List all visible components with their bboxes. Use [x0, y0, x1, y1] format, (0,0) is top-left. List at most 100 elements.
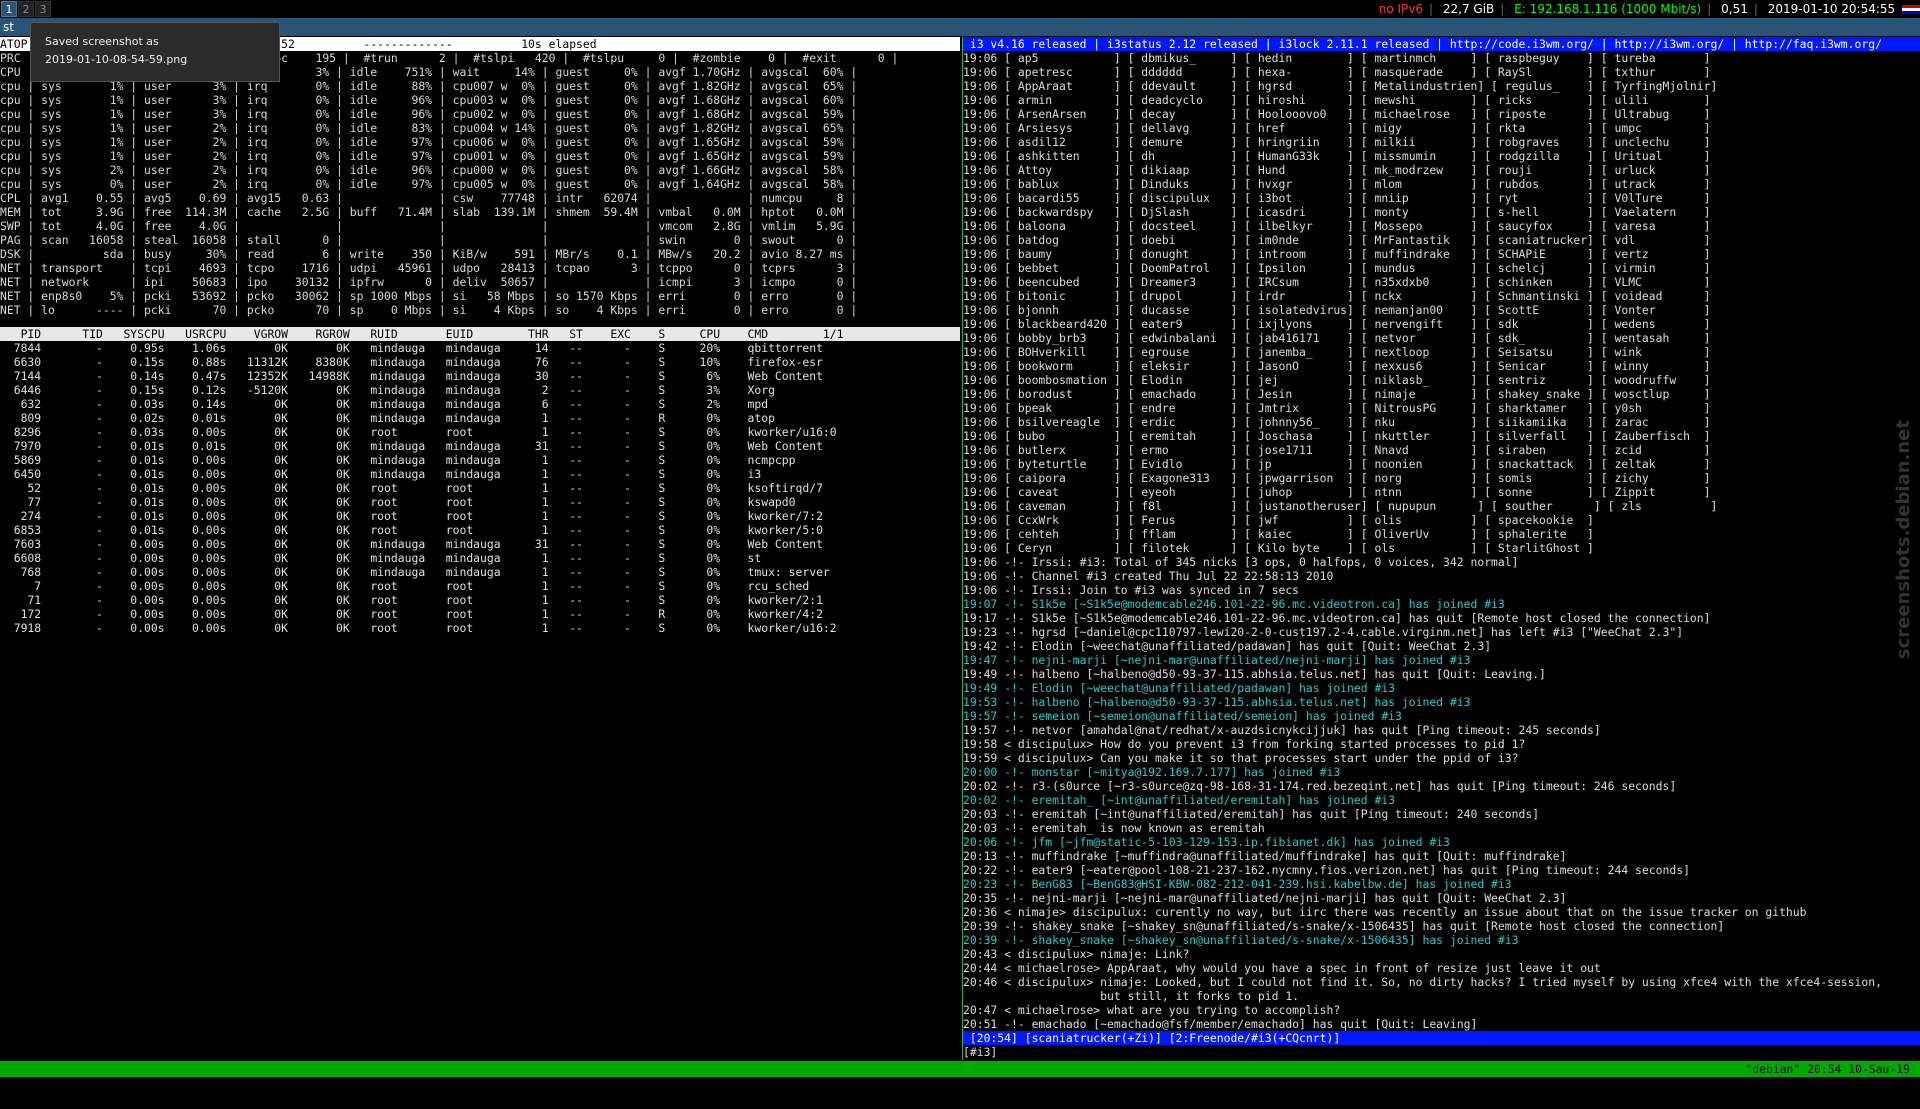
process-row: 768 - 0.00s 0.00s 0K 0K mindauga mindaug…: [0, 565, 830, 579]
watermark: screenshots.debian.net: [1893, 420, 1914, 660]
ipv6-status: no IPv6: [1378, 2, 1424, 16]
disk-status: 22,7 GiB: [1442, 2, 1495, 16]
nick-row: 19:06 [ backwardspy ] [ DjSlash ] [ icas…: [963, 205, 1711, 219]
atop-stat-line: NET | enp8s0 5% | pcki 53692 | pcko 3006…: [0, 289, 858, 303]
atop-stat-line: cpu | sys 1% | user 2% | irq 0% | idle 9…: [0, 149, 858, 163]
chat-message: 19:47 -!- nejni-marji [~nejni-mar@unaffi…: [963, 653, 1471, 667]
process-row: 71 - 0.00s 0.00s 0K 0K root root 1 -- - …: [0, 593, 823, 607]
irssi-statusbar: [20:54] [scaniatrucker(+Zi)] [2:Freenode…: [963, 1031, 1920, 1045]
i3status-bar: no IPv6 | 22,7 GiB | E: 192.168.1.116 (100…: [1376, 0, 1920, 18]
nick-row: 19:06 [ caipora ] [ Exagone313 ] [ jpwga…: [963, 471, 1711, 485]
workspace-1-button[interactable]: 1: [1, 1, 17, 17]
nick-row: 19:06 [ BOHverkill ] [ egrouse ] [ janem…: [963, 345, 1711, 359]
chat-message: 20:03 -!- eremitah_ is now known as erem…: [963, 821, 1265, 835]
process-row: 6630 - 0.15s 0.88s 11312K 8380K mindauga…: [0, 355, 823, 369]
process-row: 77 - 0.01s 0.00s 0K 0K root root 1 -- - …: [0, 495, 796, 509]
nick-row: 19:06 [ cehteh ] [ fflam ] [ kaiec ] [ O…: [963, 527, 1594, 541]
chat-message: 19:53 -!- halbeno [~halbeno@d50-93-37-11…: [963, 695, 1471, 709]
atop-pane[interactable]: ATOP - debian 2019/01/10 20:54:52 ------…: [0, 37, 960, 1060]
chat-message: 20:02 -!- r3-(s0urce [~r3-s0urce@zq-98-1…: [963, 779, 1677, 793]
nick-row: 19:06 [ bitonic ] [ drupol ] [ irdr ] [ …: [963, 289, 1711, 303]
window-title: st: [3, 20, 14, 34]
chat-message: 19:49 -!- Elodin [~weechat@unaffiliated/…: [963, 681, 1396, 695]
chat-message: 20:02 -!- eremitah_ [~int@unaffiliated/e…: [963, 793, 1396, 807]
irssi-input[interactable]: [#i3]: [963, 1045, 1920, 1059]
atop-stat-line: cpu | sys 1% | user 3% | irq 0% | idle 9…: [0, 93, 858, 107]
nick-row: 19:06 [ Attoy ] [ dikiaap ] [ Hund ] [ m…: [963, 163, 1711, 177]
channel-topic: i3 v4.16 released | i3status 2.12 releas…: [963, 37, 1920, 51]
chat-message: 20:22 -!- eater9 [~eater@pool-108-21-237…: [963, 863, 1690, 877]
chat-message: 20:35 -!- nejni-marji [~nejni-mar@unaffi…: [963, 891, 1567, 905]
chat-message: 20:13 -!- muffindrake [~muffindra@unaffi…: [963, 849, 1567, 863]
chat-message: 20:39 -!- shakey_snake [~shakey_sn@unaff…: [963, 933, 1519, 947]
chat-message: 19:07 -!- S1k5e [~S1k5e@modemcable246.10…: [963, 597, 1505, 611]
nick-row: 19:06 [ ArsenArsen ] [ decay ] [ Hoolooo…: [963, 107, 1711, 121]
chat-message: but still, it forks to pid 1.: [963, 989, 1300, 1003]
chat-message: 20:23 -!- BenG83 [~BenG83@HSI-KBW-082-21…: [963, 877, 1512, 891]
nick-row: 19:06 [ CcxWrk ] [ Ferus ] [ jwf ] [ oli…: [963, 513, 1594, 527]
chat-message: 20:36 < nimaje> discipulux: curently no …: [963, 905, 1807, 919]
nick-row: 19:06 [ ap5 ] [ dbmikus_ ] [ hedin ] [ m…: [963, 51, 1711, 65]
process-row: 7970 - 0.01s 0.01s 0K 0K mindauga mindau…: [0, 439, 823, 453]
notification-line-1: Saved screenshot as: [45, 35, 159, 48]
atop-stat-line: NET | transport | tcpi 4693 | tcpo 1716 …: [0, 261, 858, 275]
chat-message: 19:06 -!- Irssi: #i3: Total of 345 nicks…: [963, 555, 1519, 569]
nick-row: 19:06 [ beencubed ] [ Dreamer3 ] [ IRCsu…: [963, 275, 1711, 289]
chat-message: 20:03 -!- eremitah [~int@unaffiliated/er…: [963, 807, 1540, 821]
nick-row: 19:06 [ caveat ] [ eyeoh ] [ juhop ] [ n…: [963, 485, 1711, 499]
nick-row: 19:06 [ borodust ] [ emachado ] [ Jesin …: [963, 387, 1711, 401]
process-row: 7 - 0.00s 0.00s 0K 0K root root 1 -- - S…: [0, 579, 810, 593]
chat-message: 19:57 -!- netvor [amahdal@nat/redhat/x-a…: [963, 723, 1601, 737]
chat-message: 20:39 -!- shakey_snake [~shakey_sn@unaff…: [963, 919, 1725, 933]
atop-system-stats: PRC | sys 1.26s | user 3.67s | #proc 195…: [0, 51, 960, 317]
nick-row: 19:06 [ caveman ] [ f8l ] [ justanotheru…: [963, 499, 1718, 513]
datetime-status: 2019-01-10 20:54:55: [1767, 2, 1896, 16]
tmux-host-time: "debian" 20:54 10-Sau-19: [1745, 1062, 1910, 1076]
atop-stat-line: cpu | sys 0% | user 2% | irq 0% | idle 9…: [0, 177, 858, 191]
ethernet-status: E: 192.168.1.116 (1000 Mbit/s): [1514, 2, 1702, 16]
process-table: 7844 - 0.95s 1.06s 0K 0K mindauga mindau…: [0, 341, 960, 635]
process-row: 172 - 0.00s 0.00s 0K 0K root root 1 -- -…: [0, 607, 823, 621]
nick-row: 19:06 [ bsilvereagle ] [ erdic ] [ johnn…: [963, 415, 1711, 429]
irssi-pane[interactable]: i3 v4.16 released | i3status 2.12 releas…: [962, 37, 1920, 1060]
process-row: 8296 - 0.03s 0.00s 0K 0K root root 1 -- …: [0, 425, 837, 439]
process-row: 52 - 0.01s 0.00s 0K 0K root root 1 -- - …: [0, 481, 823, 495]
atop-stat-line: NET | network | ipi 50683 | ipo 30132 | …: [0, 275, 858, 289]
screenshot-notification[interactable]: Saved screenshot as 2019-01-10-08-54-59.…: [30, 22, 280, 82]
i3-top-bar: 1 2 3 no IPv6 | 22,7 GiB | E: 192.168.1.11…: [0, 0, 1920, 18]
process-row: 632 - 0.03s 0.14s 0K 0K mindauga mindaug…: [0, 397, 769, 411]
atop-stat-line: MEM | tot 3.9G | free 114.3M | cache 2.5…: [0, 205, 858, 219]
workspace-3-button[interactable]: 3: [35, 1, 51, 17]
chat-message: 19:06 -!- Irssi: Join to #i3 was synced …: [963, 583, 1300, 597]
nick-row: 19:06 [ bubo ] [ eremitah ] [ Joschasa ]…: [963, 429, 1711, 443]
nick-row: 19:06 [ bookworm ] [ eleksir ] [ JasonO …: [963, 359, 1711, 373]
nick-row: 19:06 [ ashkitten ] [ dh ] [ HumanG33k ]…: [963, 149, 1711, 163]
nick-row: 19:06 [ apetresc ] [ dddddd ] [ hexa- ] …: [963, 65, 1711, 79]
workspace-2-button[interactable]: 2: [18, 1, 34, 17]
chat-message: 20:06 -!- jfm [~jfm@static-5-103-129-153…: [963, 835, 1450, 849]
tmux-windows[interactable]: [0] 0:atop* 1:ncmpcpp-: [14, 1078, 165, 1092]
process-row: 7918 - 0.00s 0.00s 0K 0K root root 1 -- …: [0, 621, 837, 635]
atop-stat-line: SWP | tot 4.0G | free 4.0G | | | | | vmc…: [0, 219, 858, 233]
atop-stat-line: cpu | sys 1% | user 3% | irq 0% | idle 9…: [0, 107, 858, 121]
window-title-bar[interactable]: st: [0, 18, 1920, 36]
nick-row: 19:06 [ baloona ] [ docsteel ] [ ilbelky…: [963, 219, 1711, 233]
process-row: 6450 - 0.01s 0.00s 0K 0K mindauga mindau…: [0, 467, 762, 481]
atop-stat-line: cpu | sys 1% | user 2% | irq 0% | idle 9…: [0, 135, 858, 149]
chat-message: 19:17 -!- S1k5e [~S1k5e@modemcable246.10…: [963, 611, 1711, 625]
chat-message: 20:46 < discipulux> nimaje: Looked, but …: [963, 975, 1882, 989]
chat-message: 19:57 -!- semeion [~semeion@unaffiliated…: [963, 709, 1402, 723]
nick-row: 19:06 [ asdil12 ] [ demure ] [ hringriin…: [963, 135, 1711, 149]
chat-message: 20:00 -!- monstar [~mitya@192.169.7.177]…: [963, 765, 1341, 779]
atop-stat-line: CPL | avg1 0.55 | avg5 0.69 | avg15 0.63…: [0, 191, 858, 205]
process-row: 5869 - 0.01s 0.00s 0K 0K mindauga mindau…: [0, 453, 796, 467]
nick-row: 19:06 [ Ceryn ] [ filotek ] [ Kilo byte …: [963, 541, 1594, 555]
nick-row: 19:06 [ baumy ] [ donught ] [ introom ] …: [963, 247, 1711, 261]
atop-stat-line: cpu | sys 2% | user 2% | irq 0% | idle 9…: [0, 163, 858, 177]
nick-row: 19:06 [ butlerx ] [ ermo ] [ jose1711 ] …: [963, 443, 1711, 457]
chat-message: 20:51 -!- emachado [~emachado@fsf/member…: [963, 1017, 1478, 1031]
chat-message: 19:23 -!- hgrsd [~daniel@cpc110797-lewi2…: [963, 625, 1684, 639]
nick-row: 19:06 [ AppAraat ] [ ddevault ] [ hgrsd …: [963, 79, 1718, 93]
chat-message: 19:42 -!- Elodin [~weechat@unaffiliated/…: [963, 639, 1492, 653]
atop-stat-line: DSK | sda | busy 30% | read 6 | write 35…: [0, 247, 858, 261]
